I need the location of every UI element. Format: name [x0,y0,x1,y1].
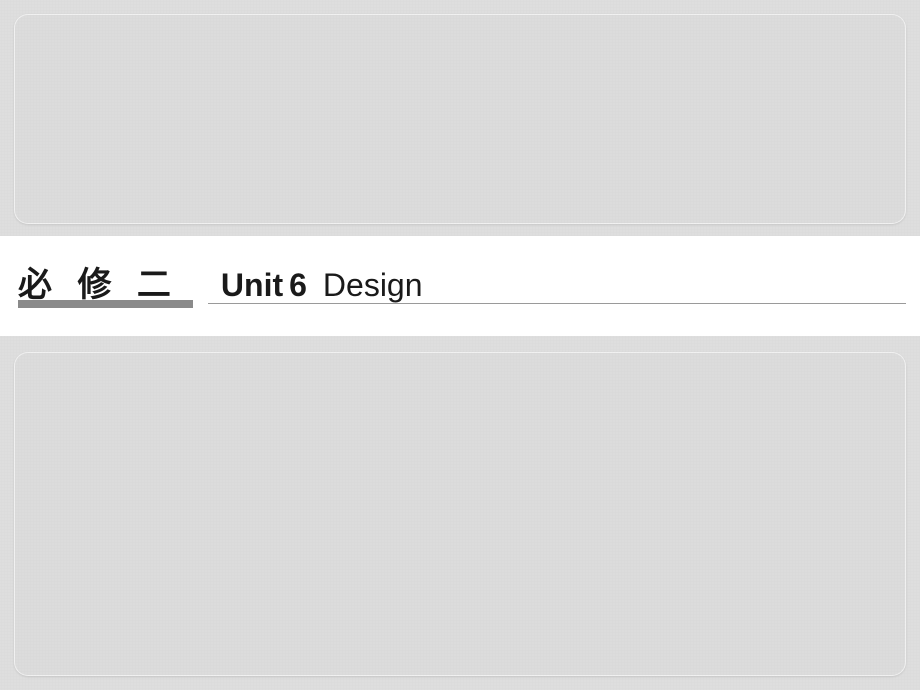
thin-underline [208,303,906,304]
title-row: 必 修 二 Unit 6 Design [18,257,920,316]
title-band: 必 修 二 Unit 6 Design [0,236,920,336]
top-decorative-panel [14,14,906,224]
bottom-decorative-panel [14,352,906,676]
thick-underline [18,300,193,308]
title-underline [18,298,920,308]
slide-container: 必 修 二 Unit 6 Design [0,0,920,690]
